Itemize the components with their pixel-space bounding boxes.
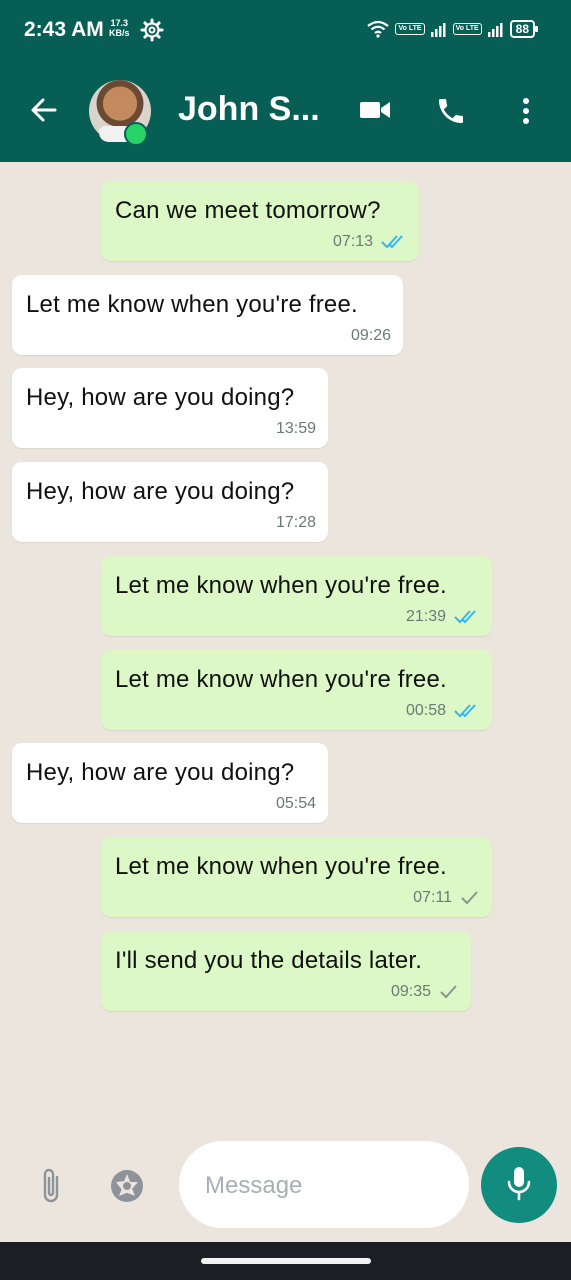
message-time: 05:54 (275, 795, 316, 812)
volte-badge: Vo LTE (395, 23, 425, 35)
wifi-icon (367, 20, 390, 38)
status-icons: Vo LTE Vo LTE 88 (367, 20, 539, 38)
message-time: 09:26 (350, 327, 391, 344)
home-gesture-handle[interactable] (201, 1258, 371, 1264)
more-vertical-icon[interactable] (516, 96, 536, 126)
single-check-sent-icon (461, 891, 478, 905)
message-bubble-incoming[interactable]: Hey, how are you doing? 17:28 (12, 462, 328, 542)
message-text: Let me know when you're free. (115, 853, 447, 880)
message-time: 07:11 (413, 889, 452, 906)
message-meta: 07:13 (333, 233, 407, 251)
message-meta: 09:26 (351, 327, 391, 345)
message-input[interactable] (203, 1167, 447, 1205)
message-text: Can we meet tomorrow? (115, 197, 381, 224)
video-camera-icon[interactable] (359, 98, 391, 122)
message-bubble-incoming[interactable]: Hey, how are you doing? 13:59 (12, 368, 328, 448)
microphone-icon (507, 1167, 531, 1201)
message-bubble-incoming[interactable]: Hey, how are you doing? 05:54 (12, 743, 328, 823)
message-text: Hey, how are you doing? (26, 384, 295, 411)
signal-strength-icon (487, 23, 503, 37)
network-speed: 17.3 KB/s (109, 18, 130, 38)
message-meta: 00:58 (406, 702, 480, 720)
message-bubble-outgoing[interactable]: Let me know when you're free. 21:39 (101, 556, 492, 636)
message-text: Let me know when you're free. (115, 572, 447, 599)
online-status-dot (124, 122, 148, 146)
signal-strength-icon (430, 23, 446, 37)
settings-gear-icon (140, 18, 164, 42)
battery-indicator: 88 (509, 20, 539, 38)
message-time: 07:13 (332, 233, 373, 250)
message-text: Let me know when you're free. (26, 291, 358, 318)
double-check-read-icon (454, 704, 476, 718)
double-check-read-icon (381, 235, 403, 249)
camera-shutter-icon[interactable] (109, 1168, 145, 1204)
arrow-left-icon[interactable] (30, 96, 58, 124)
message-time: 13:59 (275, 420, 316, 437)
message-bubble-outgoing[interactable]: Let me know when you're free. 07:11 (101, 837, 492, 917)
chat-header: John S... (0, 62, 571, 162)
phone-icon[interactable] (435, 95, 467, 127)
message-time: 21:39 (405, 608, 446, 625)
volte-badge: Vo LTE (452, 23, 482, 35)
message-time: 17:28 (275, 514, 316, 531)
message-bubble-incoming[interactable]: Let me know when you're free. 09:26 (12, 275, 403, 355)
message-text: Let me know when you're free. (115, 666, 447, 693)
double-check-read-icon (454, 610, 476, 624)
network-speed-value: 17.3 (110, 18, 129, 28)
paperclip-icon[interactable] (38, 1165, 64, 1205)
message-meta: 07:11 (413, 889, 480, 907)
message-bubble-outgoing[interactable]: Can we meet tomorrow? 07:13 (101, 181, 419, 261)
message-bubble-outgoing[interactable]: I'll send you the details later. 09:35 (101, 931, 471, 1011)
status-bar: 2:43 AM 17.3 KB/s Vo LTE Vo LTE 88 (0, 0, 571, 62)
contact-name[interactable]: John S... (178, 90, 320, 129)
message-meta: 09:35 (391, 983, 459, 1001)
message-text: Hey, how are you doing? (26, 478, 295, 505)
single-check-sent-icon (440, 985, 457, 999)
message-input-container (179, 1141, 469, 1228)
network-speed-unit: KB/s (109, 28, 130, 38)
message-time: 09:35 (390, 983, 431, 1000)
message-meta: 21:39 (406, 608, 480, 626)
message-meta: 17:28 (276, 514, 316, 532)
message-time: 00:58 (405, 702, 446, 719)
message-bubble-outgoing[interactable]: Let me know when you're free. 00:58 (101, 650, 492, 730)
message-text: I'll send you the details later. (115, 947, 423, 974)
system-navigation-bar (0, 1242, 571, 1280)
message-meta: 13:59 (276, 420, 316, 438)
message-meta: 05:54 (276, 795, 316, 813)
mic-button[interactable] (481, 1147, 557, 1223)
message-text: Hey, how are you doing? (26, 759, 295, 786)
status-time: 2:43 AM (24, 18, 104, 41)
